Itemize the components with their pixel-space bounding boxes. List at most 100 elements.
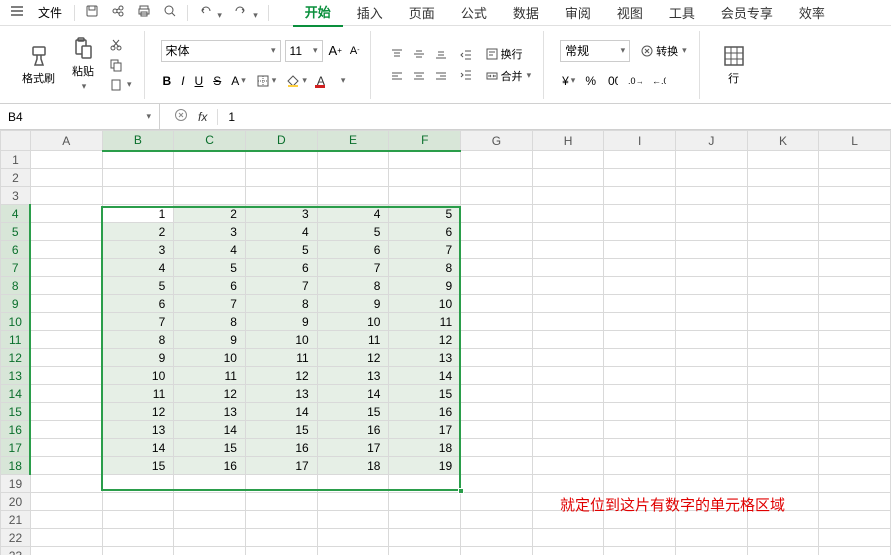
tab-start[interactable]: 开始 — [293, 0, 343, 27]
cell[interactable]: 18 — [389, 439, 461, 457]
cell[interactable] — [676, 457, 748, 475]
cell[interactable] — [676, 151, 748, 169]
cell[interactable] — [389, 547, 461, 555]
cell[interactable]: 15 — [317, 403, 389, 421]
column-header[interactable]: H — [532, 131, 604, 151]
tab-tools[interactable]: 工具 — [657, 0, 707, 26]
cell[interactable] — [30, 187, 102, 205]
cell[interactable] — [676, 421, 748, 439]
cell[interactable] — [676, 439, 748, 457]
cell[interactable] — [461, 151, 533, 169]
cell[interactable] — [819, 151, 891, 169]
cell[interactable] — [102, 169, 174, 187]
cell[interactable] — [245, 187, 317, 205]
cell[interactable] — [676, 259, 748, 277]
cell[interactable] — [532, 403, 604, 421]
cell[interactable] — [604, 331, 676, 349]
cell[interactable] — [174, 511, 246, 529]
cell[interactable] — [461, 187, 533, 205]
cell[interactable] — [604, 457, 676, 475]
cell[interactable]: 8 — [174, 313, 246, 331]
cell[interactable] — [461, 529, 533, 547]
cell[interactable]: 11 — [174, 367, 246, 385]
row-header[interactable]: 18 — [1, 457, 31, 475]
cell[interactable] — [389, 511, 461, 529]
cell[interactable] — [819, 421, 891, 439]
cell[interactable]: 3 — [102, 241, 174, 259]
cell[interactable] — [747, 259, 819, 277]
cell[interactable] — [30, 385, 102, 403]
cell[interactable]: 10 — [389, 295, 461, 313]
increase-indent-button[interactable] — [455, 66, 477, 84]
cell[interactable] — [102, 475, 174, 493]
cell[interactable] — [245, 475, 317, 493]
cell[interactable]: 13 — [389, 349, 461, 367]
cell[interactable] — [174, 187, 246, 205]
cell[interactable]: 8 — [245, 295, 317, 313]
row-header[interactable]: 13 — [1, 367, 31, 385]
cell[interactable] — [461, 295, 533, 313]
cell[interactable] — [245, 493, 317, 511]
row-header[interactable]: 5 — [1, 223, 31, 241]
column-header[interactable]: F — [389, 131, 461, 151]
cell[interactable] — [747, 457, 819, 475]
cell[interactable]: 12 — [389, 331, 461, 349]
cell[interactable] — [30, 223, 102, 241]
cell[interactable] — [532, 223, 604, 241]
cell[interactable] — [676, 349, 748, 367]
font-size-select[interactable]: 11▾ — [285, 40, 323, 62]
cell[interactable] — [819, 493, 891, 511]
cell[interactable] — [747, 313, 819, 331]
cell[interactable] — [532, 475, 604, 493]
cell[interactable] — [30, 241, 102, 259]
cell[interactable]: 12 — [245, 367, 317, 385]
cell[interactable]: 5 — [317, 223, 389, 241]
strikethrough-button[interactable]: S — [211, 72, 223, 90]
cell[interactable] — [30, 169, 102, 187]
cell[interactable] — [747, 547, 819, 555]
cell[interactable] — [676, 187, 748, 205]
cell[interactable] — [604, 313, 676, 331]
row-header[interactable]: 1 — [1, 151, 31, 169]
cell[interactable] — [676, 403, 748, 421]
row-header[interactable]: 9 — [1, 295, 31, 313]
tab-review[interactable]: 审阅 — [553, 0, 603, 26]
cell[interactable]: 5 — [389, 205, 461, 223]
cell[interactable] — [30, 313, 102, 331]
font-color-button[interactable]: A — [315, 72, 348, 90]
cell[interactable] — [461, 547, 533, 555]
cell[interactable] — [819, 259, 891, 277]
cell[interactable] — [747, 277, 819, 295]
cell[interactable] — [174, 151, 246, 169]
cell[interactable] — [819, 331, 891, 349]
format-painter-button[interactable]: 格式刷 — [16, 40, 61, 90]
cell[interactable] — [819, 385, 891, 403]
cell[interactable] — [604, 151, 676, 169]
cell[interactable] — [389, 475, 461, 493]
cell[interactable] — [676, 205, 748, 223]
align-middle-button[interactable] — [409, 44, 429, 64]
cell[interactable]: 9 — [389, 277, 461, 295]
clipboard-more[interactable] — [105, 76, 136, 94]
cell[interactable] — [604, 295, 676, 313]
cell[interactable] — [747, 205, 819, 223]
comma-button[interactable]: 000 — [604, 73, 620, 89]
cell[interactable] — [604, 241, 676, 259]
cell[interactable] — [461, 349, 533, 367]
cell[interactable] — [245, 547, 317, 555]
cell[interactable] — [30, 421, 102, 439]
cell[interactable]: 7 — [245, 277, 317, 295]
name-box[interactable]: B4 ▾ — [0, 104, 160, 129]
cell[interactable]: 18 — [317, 457, 389, 475]
cell[interactable]: 9 — [102, 349, 174, 367]
cell[interactable] — [317, 169, 389, 187]
cell[interactable]: 6 — [245, 259, 317, 277]
cell[interactable] — [389, 187, 461, 205]
cell[interactable]: 14 — [245, 403, 317, 421]
cell[interactable] — [461, 205, 533, 223]
cell[interactable] — [604, 475, 676, 493]
cell[interactable] — [819, 475, 891, 493]
cell[interactable] — [676, 169, 748, 187]
align-right-button[interactable] — [431, 66, 451, 86]
cell[interactable]: 11 — [102, 385, 174, 403]
